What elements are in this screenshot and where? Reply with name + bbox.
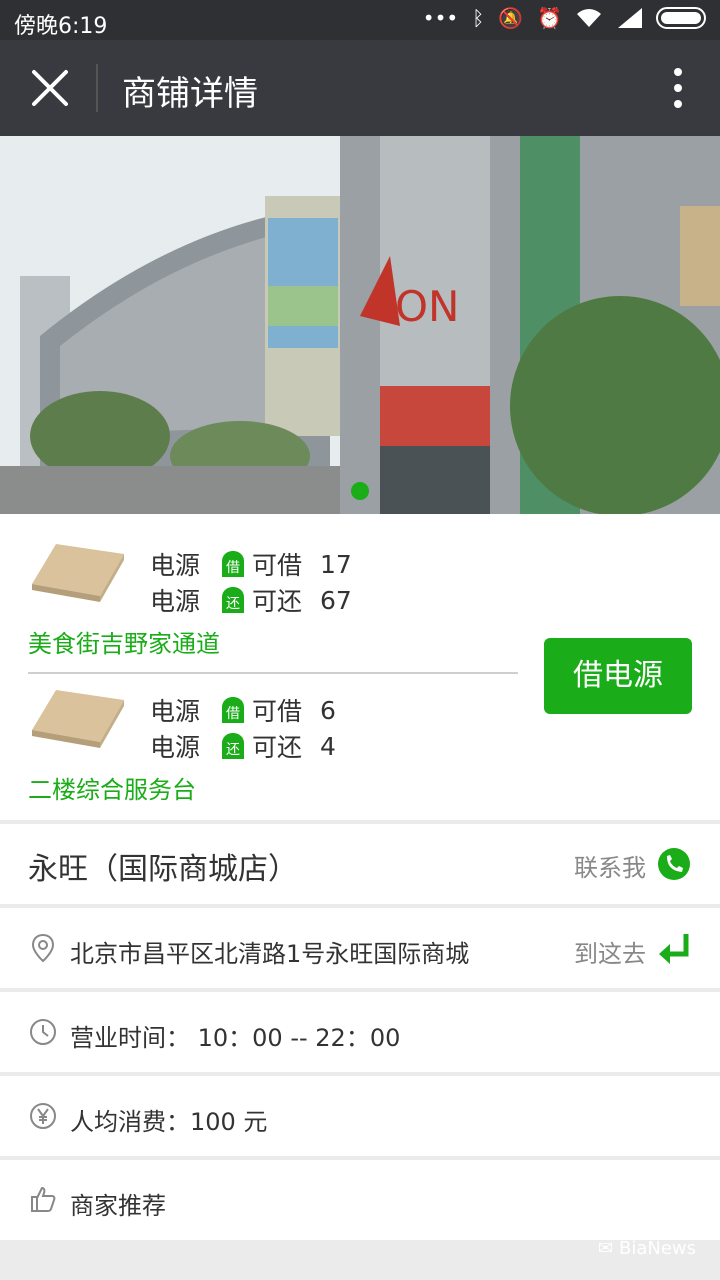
borrow-count: 17 — [320, 549, 352, 579]
return-text: 可还 — [252, 733, 303, 762]
store-info-row: 永旺（国际商城店） 联系我 — [0, 824, 720, 904]
store-photo[interactable]: ON — [0, 136, 720, 514]
bluetooth-icon: ᛒ — [472, 6, 485, 30]
power-bank-image — [32, 690, 124, 748]
carousel-indicator[interactable] — [351, 482, 369, 500]
return-badge-text: 还 — [226, 742, 240, 758]
borrow-availability: 电源 借 可借 6 — [150, 692, 336, 728]
business-hours: 营业时间： 10：00 -- 22：00 — [70, 1024, 401, 1052]
return-badge-text: 还 — [226, 596, 240, 612]
yen-icon — [30, 1103, 56, 1129]
borrow-availability: 电源 借 可借 17 — [150, 546, 352, 582]
navigate-link[interactable]: 到这去 — [574, 934, 646, 969]
borrow-power-button[interactable]: 借电源 — [544, 638, 692, 714]
average-spend: 人均消费：100 元 — [70, 1108, 268, 1136]
return-count: 4 — [320, 731, 336, 761]
svg-text:ON: ON — [395, 282, 459, 331]
wechat-icon: ✉ — [597, 1238, 613, 1259]
power-label: 电源 — [150, 587, 201, 616]
borrow-badge-text: 借 — [226, 706, 240, 722]
signal-icon — [618, 8, 642, 28]
merchant-recommend: 商家推荐 — [70, 1192, 166, 1220]
recommend-row[interactable]: 商家推荐 — [0, 1160, 720, 1240]
top-bar: 商铺详情 — [0, 40, 720, 136]
avg-spend-row: 人均消费：100 元 — [0, 1076, 720, 1156]
alarm-icon: ⏰ — [537, 6, 562, 30]
borrow-badge-icon: 借 — [222, 697, 245, 723]
return-badge-icon: 还 — [222, 733, 245, 759]
borrow-badge-text: 借 — [226, 560, 240, 576]
clock-icon — [30, 1019, 56, 1045]
status-icons: ••• ᛒ 🔕 ⏰ — [423, 6, 706, 30]
mute-icon: 🔕 — [498, 6, 524, 30]
return-availability: 电源 还 可还 67 — [150, 582, 352, 618]
borrow-text: 可借 — [252, 551, 303, 580]
power-bank-image — [32, 544, 124, 602]
power-stations-section: 电源 借 可借 17 电源 还 可还 67 美食街吉野家通道 电源 借 可借 6… — [0, 514, 720, 820]
station-location[interactable]: 美食街吉野家通道 — [28, 624, 220, 659]
return-badge-icon: 还 — [222, 587, 245, 613]
station-divider — [28, 672, 518, 674]
watermark: ✉ BiaNews — [598, 1238, 696, 1259]
watermark-text: BiaNews — [618, 1238, 696, 1259]
address-row[interactable]: 北京市昌平区北清路1号永旺国际商城 到这去 — [0, 908, 720, 988]
power-label: 电源 — [150, 551, 201, 580]
navigate-arrow-icon[interactable] — [656, 930, 692, 966]
status-time: 傍晚6:19 — [14, 14, 108, 39]
power-label: 电源 — [150, 697, 201, 726]
phone-icon[interactable] — [656, 846, 692, 882]
return-text: 可还 — [252, 587, 303, 616]
return-availability: 电源 还 可还 4 — [150, 728, 336, 764]
more-menu-icon[interactable] — [672, 66, 684, 110]
power-label: 电源 — [150, 733, 201, 762]
page-title: 商铺详情 — [122, 74, 258, 114]
store-name: 永旺（国际商城店） — [28, 852, 298, 887]
borrow-badge-icon: 借 — [222, 551, 245, 577]
hours-row: 营业时间： 10：00 -- 22：00 — [0, 992, 720, 1072]
wifi-icon — [577, 9, 601, 27]
location-pin-icon — [31, 933, 55, 963]
address-text: 北京市昌平区北清路1号永旺国际商城 — [70, 940, 470, 968]
store-building-image: ON — [0, 136, 720, 514]
borrow-count: 6 — [320, 695, 336, 725]
borrow-text: 可借 — [252, 697, 303, 726]
battery-icon — [656, 7, 706, 29]
station-location[interactable]: 二楼综合服务台 — [28, 770, 196, 805]
return-count: 67 — [320, 585, 352, 615]
close-icon[interactable] — [28, 66, 72, 110]
more-dots-icon: ••• — [422, 6, 459, 30]
status-bar: 傍晚6:19 ••• ᛒ 🔕 ⏰ — [0, 0, 720, 40]
contact-link[interactable]: 联系我 — [574, 848, 646, 883]
thumbs-up-icon — [31, 1186, 56, 1212]
header-divider — [96, 64, 98, 112]
